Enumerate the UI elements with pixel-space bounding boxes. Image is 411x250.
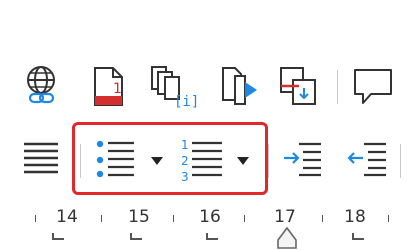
copy-badge: [i] <box>174 94 199 110</box>
ruler-tab-stop[interactable] <box>206 238 218 240</box>
numbered-list-dropdown-arrow-icon[interactable] <box>236 156 250 166</box>
globe-link-icon[interactable] <box>24 64 62 108</box>
pdf-badge: 1 <box>113 81 122 97</box>
toolbar-separator <box>400 144 401 178</box>
ruler-tick <box>35 215 36 222</box>
ruler-label-16: 16 <box>199 207 221 227</box>
pdf-document-icon[interactable]: 1 <box>93 66 125 108</box>
decrease-indent-icon[interactable] <box>346 142 388 177</box>
ruler-tab-stop[interactable] <box>52 238 64 240</box>
numbered-list-digit-3: 3 <box>181 170 189 184</box>
ruler-tick <box>322 215 323 222</box>
increase-indent-icon[interactable] <box>283 142 323 177</box>
indent-marker-icon[interactable] <box>276 226 298 250</box>
ruler-label-14: 14 <box>56 207 78 227</box>
numbered-list-digit-2: 2 <box>181 154 189 168</box>
align-justify-icon[interactable] <box>24 142 60 176</box>
ruler-tab-stop[interactable] <box>352 238 364 240</box>
ruler-label-18: 18 <box>344 207 366 227</box>
bullet-list-dropdown-arrow-icon[interactable] <box>150 156 164 166</box>
toolbar-separator <box>337 70 338 104</box>
numbered-list-digit-1: 1 <box>181 138 189 152</box>
ruler-tick <box>101 215 102 222</box>
toolbar-separator <box>268 144 269 178</box>
ruler-label-15: 15 <box>128 207 150 227</box>
bullet-list-icon[interactable] <box>96 140 136 180</box>
ruler-tick <box>388 215 389 222</box>
ruler-tick <box>173 215 174 222</box>
numbered-list-icon[interactable]: 1 2 3 <box>180 138 224 184</box>
ruler-tick <box>244 215 245 222</box>
export-slide-icon[interactable] <box>221 66 261 108</box>
ruler-tab-stop[interactable] <box>130 238 142 240</box>
comment-icon[interactable] <box>353 68 393 106</box>
copy-pages-icon[interactable]: [i] <box>150 64 199 110</box>
insert-page-icon[interactable] <box>279 66 321 108</box>
ruler-label-17: 17 <box>274 207 296 227</box>
